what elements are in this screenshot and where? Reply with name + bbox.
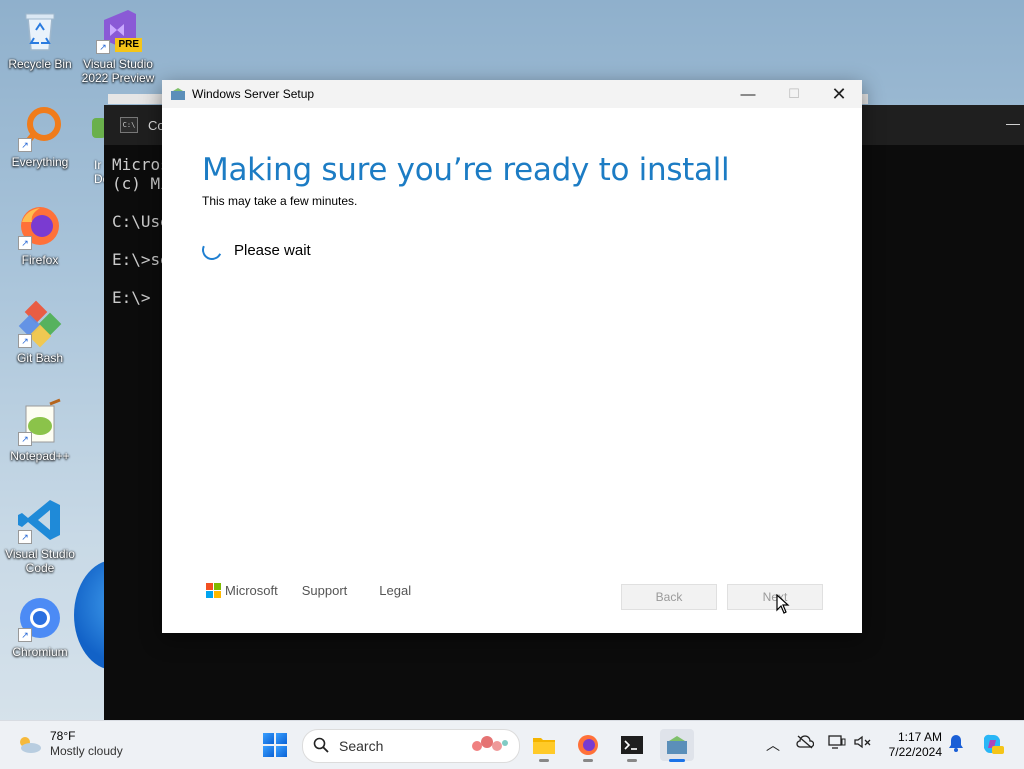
weather-condition: Mostly cloudy bbox=[50, 744, 123, 758]
weather-temperature: 78°F bbox=[50, 729, 76, 743]
copilot-icon[interactable] bbox=[980, 732, 1004, 759]
clock-time: 1:17 AM bbox=[897, 730, 942, 744]
desktop-icon-label: Notepad++ bbox=[10, 449, 70, 463]
preview-badge: PRE bbox=[115, 38, 142, 52]
page-heading: Making sure you’re ready to install bbox=[202, 152, 730, 188]
dialog-titlebar[interactable]: Windows Server Setup — ☐ ✕ bbox=[162, 80, 862, 108]
status-text: Please wait bbox=[234, 241, 311, 259]
partly-cloudy-icon bbox=[16, 734, 42, 754]
start-button[interactable] bbox=[263, 733, 287, 757]
desktop-icon-git-bash[interactable]: ↗ Git Bash bbox=[2, 300, 78, 365]
desktop-icon-visual-studio-2022-preview[interactable]: PRE ↗ Visual Studio 2022 Preview bbox=[80, 6, 156, 85]
notifications-bell-icon[interactable] bbox=[948, 734, 964, 755]
desktop-icon-label: Visual Studio Code bbox=[5, 547, 75, 575]
firefox-icon bbox=[578, 735, 598, 755]
git-bash-icon: ↗ bbox=[16, 300, 64, 348]
microsoft-logo: Microsoft bbox=[206, 583, 278, 598]
terminal-icon bbox=[621, 736, 643, 754]
search-placeholder: Search bbox=[339, 738, 384, 754]
shortcut-arrow-icon: ↗ bbox=[18, 334, 32, 348]
microsoft-squares-icon bbox=[206, 583, 221, 598]
firefox-icon: ↗ bbox=[16, 202, 64, 250]
close-button[interactable]: ✕ bbox=[816, 80, 862, 108]
desktop-icon-everything[interactable]: ↗ Everything bbox=[2, 104, 78, 169]
taskbar: 78°F Mostly cloudy Search ︿ 1:17 AM 7/22… bbox=[0, 720, 1024, 769]
shortcut-arrow-icon: ↗ bbox=[18, 138, 32, 152]
onedrive-offline-icon[interactable] bbox=[796, 735, 815, 752]
legal-link[interactable]: Legal bbox=[379, 583, 411, 598]
status-row: Please wait bbox=[199, 237, 311, 263]
desktop-icon-chromium[interactable]: ↗ Chromium bbox=[2, 594, 78, 659]
taskbar-firefox[interactable] bbox=[571, 729, 605, 762]
dialog-title: Windows Server Setup bbox=[192, 87, 315, 101]
vscode-icon: ↗ bbox=[16, 496, 64, 544]
shortcut-arrow-icon: ↗ bbox=[18, 432, 32, 446]
network-icon[interactable] bbox=[828, 735, 846, 752]
taskbar-windows-server-setup[interactable] bbox=[660, 729, 694, 762]
next-button[interactable]: Next bbox=[727, 584, 823, 610]
back-button[interactable]: Back bbox=[621, 584, 717, 610]
shortcut-arrow-icon: ↗ bbox=[18, 530, 32, 544]
command-prompt-icon: C:\ bbox=[120, 117, 138, 133]
desktop-icon-label: Visual Studio 2022 Preview bbox=[81, 57, 155, 85]
volume-muted-icon[interactable] bbox=[854, 735, 872, 752]
setup-app-icon bbox=[667, 736, 687, 754]
chromium-icon: ↗ bbox=[16, 594, 64, 642]
show-hidden-icons-chevron-icon[interactable]: ︿ bbox=[766, 735, 780, 755]
desktop-icon-label: Recycle Bin bbox=[8, 57, 72, 71]
taskbar-terminal[interactable] bbox=[615, 729, 649, 762]
shortcut-arrow-icon: ↗ bbox=[18, 628, 32, 642]
console-minimize-icon[interactable]: — bbox=[1006, 115, 1020, 131]
desktop-icon-notepad-plus-plus[interactable]: ↗ Notepad++ bbox=[2, 398, 78, 463]
desktop-icon-label: Chromium bbox=[12, 645, 68, 659]
desktop-icon-recycle-bin[interactable]: Recycle Bin bbox=[2, 6, 78, 71]
shortcut-arrow-icon: ↗ bbox=[18, 236, 32, 250]
shortcut-arrow-icon: ↗ bbox=[96, 40, 110, 54]
everything-search-icon: ↗ bbox=[16, 104, 64, 152]
desktop-icon-label: Git Bash bbox=[16, 351, 64, 365]
maximize-button: ☐ bbox=[788, 86, 800, 101]
search-highlight-doodle-icon bbox=[467, 734, 513, 759]
taskbar-file-explorer[interactable] bbox=[527, 729, 561, 762]
visual-studio-icon: PRE ↗ bbox=[94, 6, 142, 54]
notepad-plus-plus-icon: ↗ bbox=[16, 398, 64, 446]
setup-app-icon bbox=[171, 88, 185, 100]
page-subheading: This may take a few minutes. bbox=[202, 194, 358, 208]
taskbar-search-box[interactable]: Search bbox=[302, 729, 520, 763]
support-link[interactable]: Support bbox=[302, 583, 348, 598]
dialog-footer: Microsoft Support Legal bbox=[206, 583, 443, 598]
desktop-icon-label: Firefox bbox=[21, 253, 59, 267]
recycle-bin-icon bbox=[16, 6, 64, 54]
clock-date: 7/22/2024 bbox=[888, 745, 942, 759]
desktop-icon-vscode[interactable]: ↗ Visual Studio Code bbox=[2, 496, 78, 575]
microsoft-brand-text: Microsoft bbox=[225, 583, 278, 598]
windows-server-setup-dialog[interactable]: Windows Server Setup — ☐ ✕ Making sure y… bbox=[162, 80, 862, 633]
search-icon bbox=[313, 737, 329, 756]
desktop-icon-label: Everything bbox=[11, 155, 69, 169]
minimize-button[interactable]: — bbox=[725, 80, 771, 108]
taskbar-clock[interactable]: 1:17 AM 7/22/2024 bbox=[880, 730, 942, 760]
weather-widget[interactable]: 78°F Mostly cloudy bbox=[16, 729, 123, 759]
folder-icon bbox=[533, 738, 555, 754]
desktop-icon-firefox[interactable]: ↗ Firefox bbox=[2, 202, 78, 267]
loading-spinner-icon bbox=[199, 237, 225, 263]
